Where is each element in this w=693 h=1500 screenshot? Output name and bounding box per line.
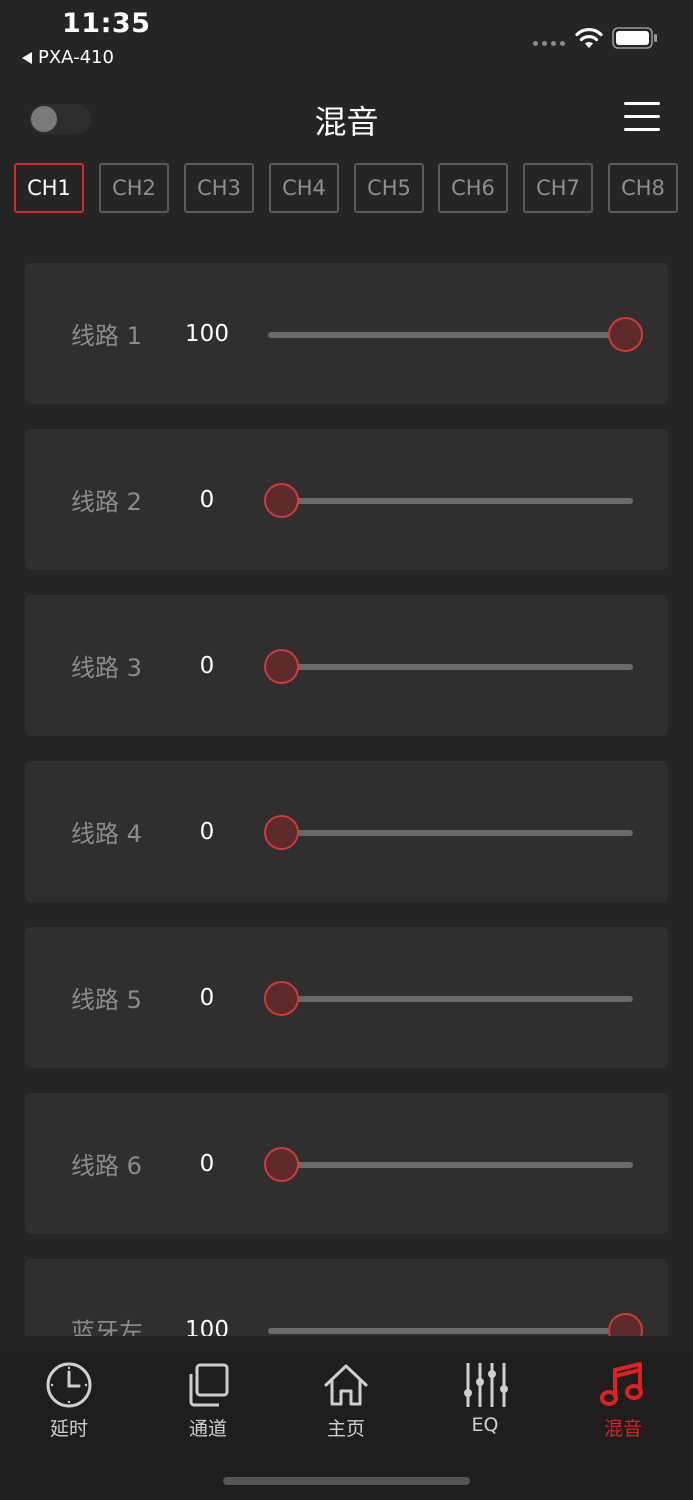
level-slider-thumb[interactable]	[264, 981, 299, 1016]
mix-row-value: 0	[199, 984, 215, 1011]
channel-copy-icon	[189, 1363, 229, 1407]
mix-row-line-6: 线路 6 0	[25, 1093, 668, 1234]
mix-row-label: 线路 6	[71, 1152, 142, 1180]
level-slider-thumb[interactable]	[264, 483, 299, 518]
level-slider-track[interactable]	[268, 996, 633, 1002]
mix-row-label: 线路 3	[71, 654, 142, 682]
mix-row-value: 0	[199, 486, 215, 513]
home-indicator	[223, 1477, 470, 1485]
level-slider-thumb[interactable]	[608, 317, 643, 352]
mix-row-bluetooth-left: 蓝牙左 100	[25, 1259, 668, 1336]
music-note-icon	[600, 1362, 643, 1406]
level-slider-thumb[interactable]	[264, 1147, 299, 1182]
mix-row-line-2: 线路 2 0	[25, 429, 668, 570]
nav-label: 延时	[49, 1418, 88, 1440]
level-slider-thumb[interactable]	[264, 815, 299, 850]
mix-row-line-3: 线路 3 0	[25, 595, 668, 736]
mix-row-line-5: 线路 5 0	[25, 927, 668, 1068]
level-slider-track[interactable]	[268, 664, 633, 670]
nav-label: 通道	[188, 1418, 227, 1440]
mix-row-value: 100	[185, 1316, 229, 1337]
nav-label: EQ	[471, 1414, 499, 1436]
level-slider-thumb[interactable]	[264, 649, 299, 684]
mix-row-value: 0	[199, 652, 215, 679]
nav-home[interactable]: 主页	[286, 1360, 406, 1441]
mix-row-value: 100	[185, 320, 229, 347]
level-slider-track[interactable]	[268, 332, 633, 338]
level-slider-track[interactable]	[268, 498, 633, 504]
mix-row-line-1: 线路 1 100	[25, 263, 668, 404]
nav-eq[interactable]: EQ	[425, 1360, 545, 1436]
mix-row-label: 线路 5	[71, 986, 142, 1014]
nav-delay[interactable]: 延时	[9, 1360, 129, 1441]
home-icon	[324, 1364, 368, 1406]
clock-icon	[46, 1362, 92, 1408]
mix-row-line-4: 线路 4 0	[25, 761, 668, 902]
level-slider-track[interactable]	[268, 1162, 633, 1168]
level-slider-track[interactable]	[268, 1328, 633, 1334]
mixer-screen: 11:35 PXA-410 混音 CH1 CH2 CH3 CH4 CH5 CH6…	[0, 0, 693, 1500]
mix-row-label: 线路 4	[71, 820, 142, 848]
level-slider-thumb[interactable]	[608, 1313, 643, 1336]
nav-mix[interactable]: 混音	[563, 1360, 683, 1441]
mix-row-label: 线路 1	[71, 322, 142, 350]
level-slider-track[interactable]	[268, 830, 633, 836]
mix-row-value: 0	[199, 818, 215, 845]
equalizer-icon	[464, 1363, 508, 1407]
nav-label: 混音	[603, 1418, 642, 1440]
mix-row-label: 线路 2	[71, 488, 142, 516]
mix-list[interactable]: 线路 1 100 线路 2 0 线路 3 0 线路 4 0 线路 5 0 线路 …	[0, 0, 693, 1336]
mix-row-label: 蓝牙左	[71, 1318, 143, 1336]
nav-label: 主页	[326, 1418, 365, 1440]
mix-row-value: 0	[199, 1150, 215, 1177]
nav-channel[interactable]: 通道	[148, 1360, 268, 1441]
